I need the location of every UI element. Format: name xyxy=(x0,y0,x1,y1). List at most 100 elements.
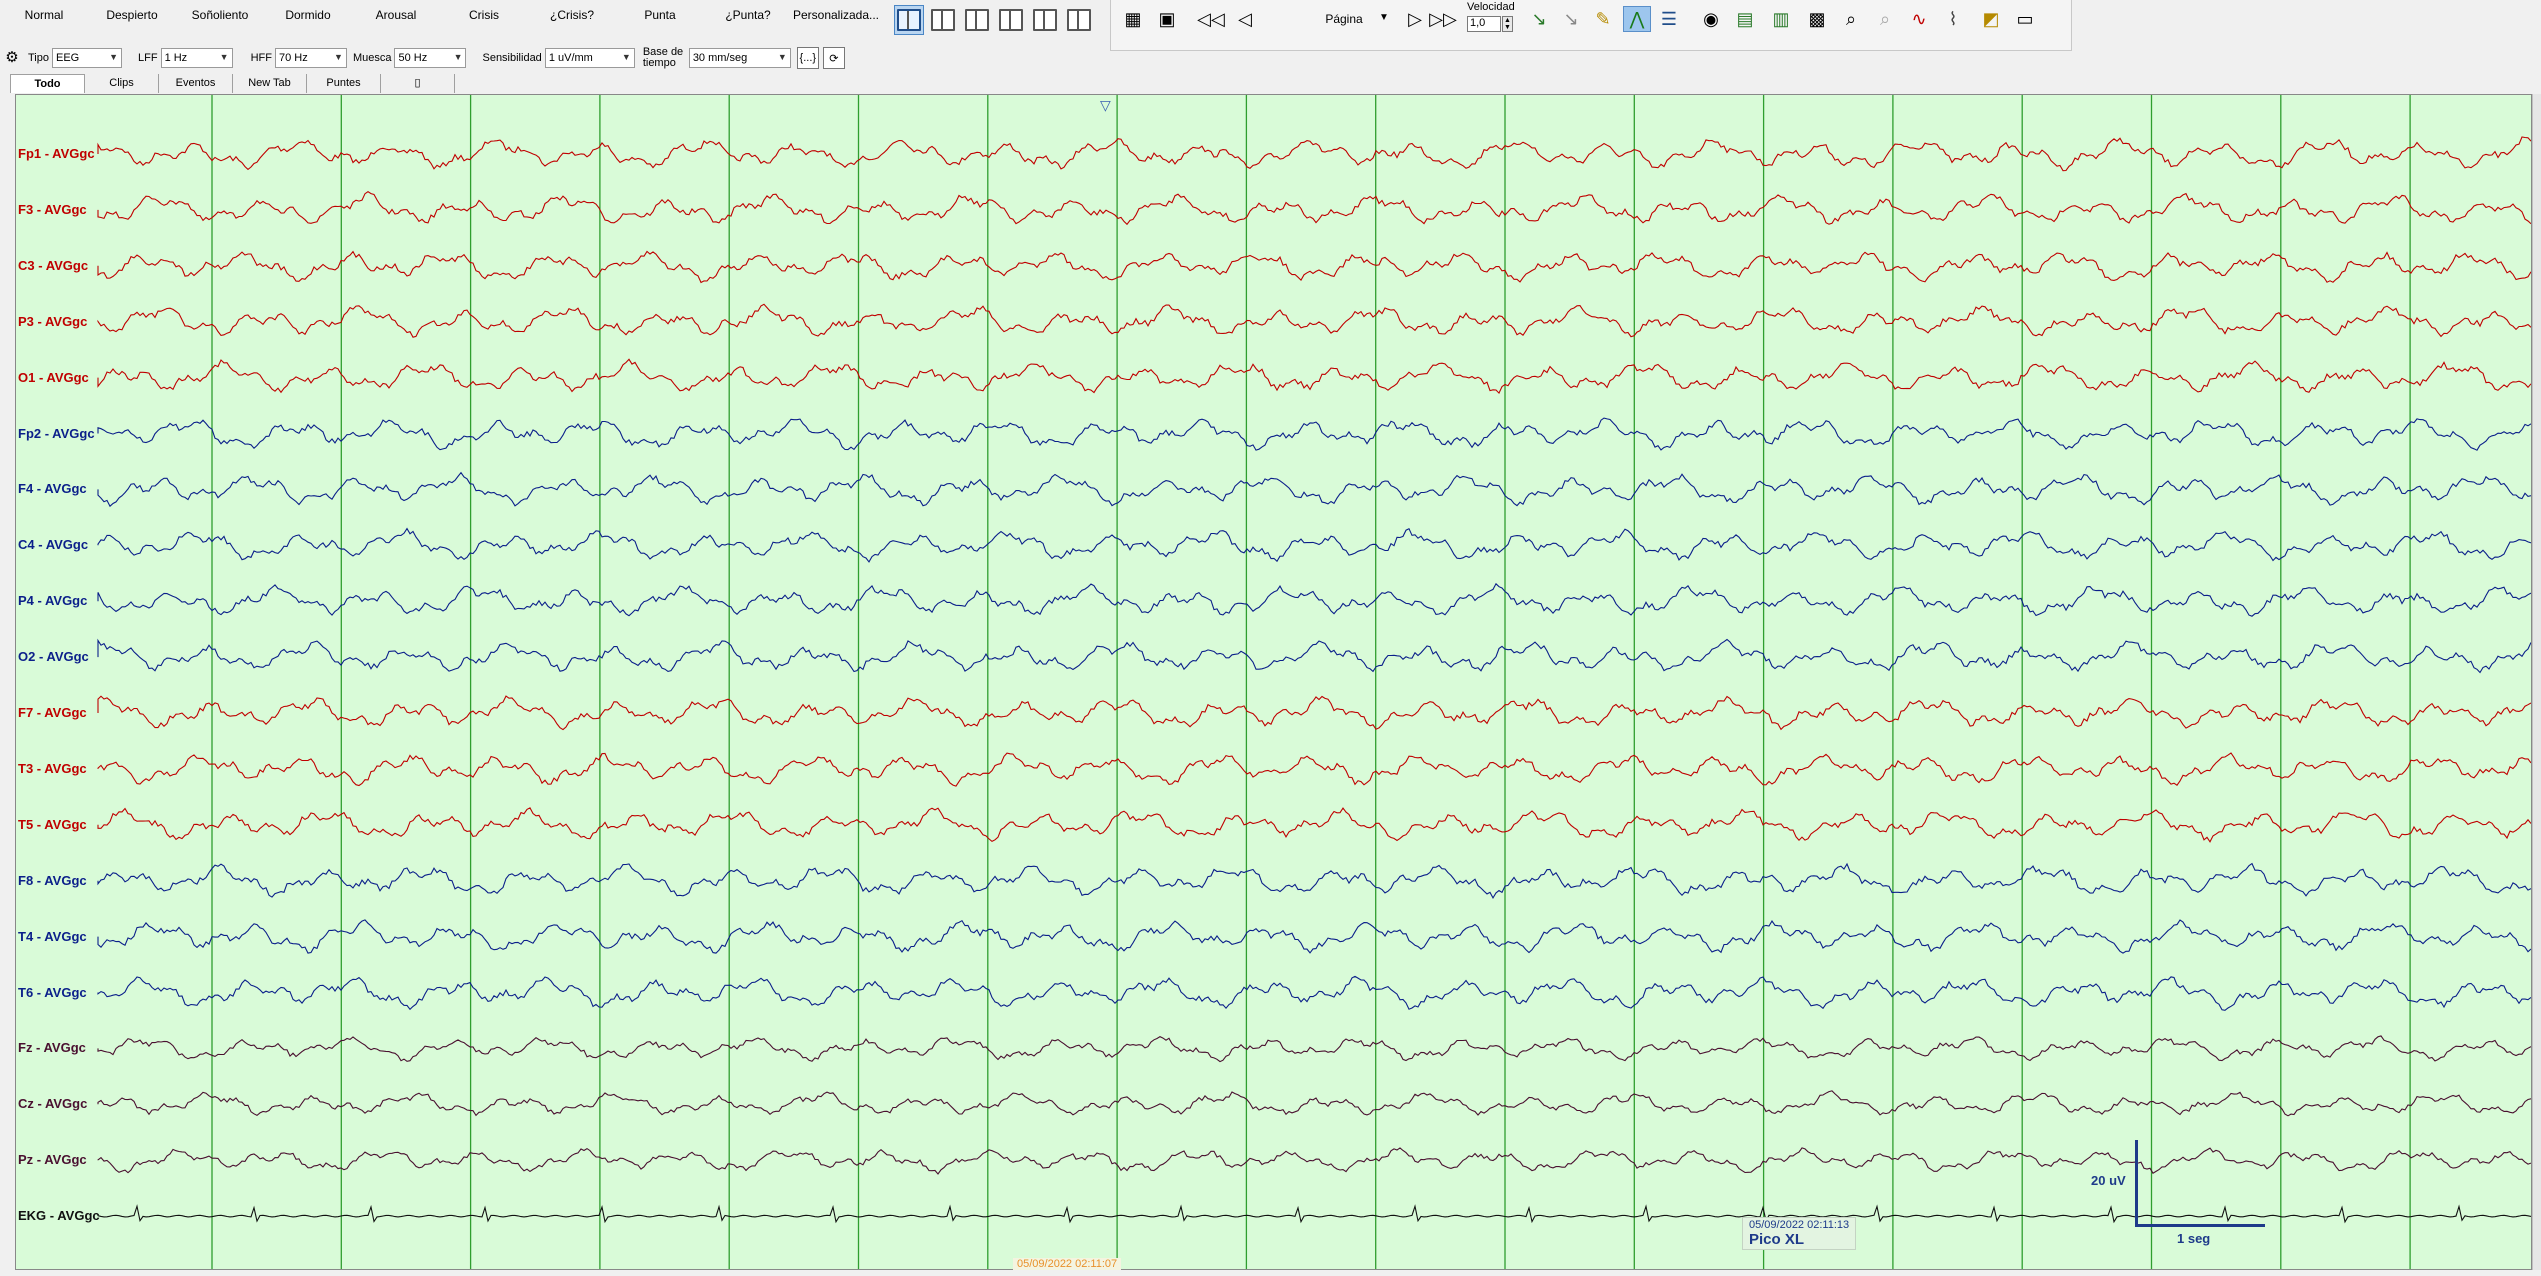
event-button-sonoliento[interactable]: Soñoliento xyxy=(176,1,264,29)
event-button-dormido[interactable]: Dormido xyxy=(264,1,352,29)
channel-label[interactable]: F8 - AVGgc xyxy=(18,873,87,888)
sensibilidad-select[interactable]: 1 uV/mm ▼ xyxy=(544,48,635,68)
channel-label[interactable]: T6 - AVGgc xyxy=(18,985,87,1000)
new-tab-icon[interactable]: ▯ xyxy=(381,74,455,93)
gear-icon[interactable]: ⚙ xyxy=(2,48,22,68)
muesca-select[interactable]: 50 Hz ▼ xyxy=(394,48,467,68)
main-toolbar: ▦ ▣ ◁◁ ◁ Página ▼ ▷ ▷▷ Velocidad 1,0 ▲ ▼ … xyxy=(1110,0,2072,51)
event-button-normal[interactable]: Normal xyxy=(0,1,88,29)
channel-label[interactable]: C4 - AVGgc xyxy=(18,537,88,552)
event-button-punta-question[interactable]: ¿Punta? xyxy=(704,1,792,29)
channel-label[interactable]: O2 - AVGgc xyxy=(18,649,89,664)
channel-label[interactable]: EKG - AVGgc xyxy=(18,1208,100,1223)
lff-label: LFF xyxy=(138,52,158,64)
analysis-icon[interactable]: ◉ xyxy=(1697,6,1725,32)
channel-label[interactable]: T3 - AVGgc xyxy=(18,761,87,776)
tab-puntes[interactable]: Puntes xyxy=(307,74,381,93)
cursor-stop-icon[interactable]: ↘ xyxy=(1557,6,1585,32)
base-tiempo-select[interactable]: 30 mm/seg ▼ xyxy=(688,48,791,68)
event-marker[interactable]: 05/09/2022 02:11:13 Pico XL xyxy=(1742,1217,1857,1250)
speed-input[interactable]: 1,0 xyxy=(1467,16,1501,32)
marker-tool-icon[interactable]: ✎ xyxy=(1589,6,1617,32)
chevron-down-icon[interactable]: ▼ xyxy=(1379,12,1389,23)
tab-eventos[interactable]: Eventos xyxy=(159,74,233,93)
eeg-trace xyxy=(97,807,2531,843)
view-mode-1-icon[interactable] xyxy=(894,5,924,35)
channel-label[interactable]: P3 - AVGgc xyxy=(18,314,87,329)
tab-clips[interactable]: Clips xyxy=(85,74,159,93)
vertical-scrollbar[interactable] xyxy=(2532,94,2541,1270)
lff-select[interactable]: 1 Hz ▼ xyxy=(160,48,233,68)
report-icon[interactable]: ▤ xyxy=(1731,6,1759,32)
eeg-trace xyxy=(97,582,2531,617)
event-button-crisis-question[interactable]: ¿Crisis? xyxy=(528,1,616,29)
eeg-traces xyxy=(97,95,2531,1269)
tab-strip: Todo Clips Eventos New Tab Puntes ▯ xyxy=(10,74,2535,95)
channel-label[interactable]: T5 - AVGgc xyxy=(18,817,87,832)
event-button-punta[interactable]: Punta xyxy=(616,1,704,29)
page-select[interactable]: Página xyxy=(1299,12,1389,26)
speed-spinner-icon[interactable]: ▲ ▼ xyxy=(1502,16,1513,32)
channel-label[interactable]: Fp2 - AVGgc xyxy=(18,426,95,441)
hff-select[interactable]: 70 Hz ▼ xyxy=(274,48,347,68)
fast-forward-page-icon[interactable]: ▷▷ xyxy=(1429,6,1457,32)
channel-label[interactable]: O1 - AVGgc xyxy=(18,370,89,385)
eeg-trace xyxy=(97,1090,2531,1117)
refresh-icon[interactable]: ⟳ xyxy=(822,47,845,69)
view-mode-3-icon[interactable] xyxy=(962,5,992,35)
display-icon[interactable]: ▭ xyxy=(2011,6,2039,32)
sensibilidad-label: Sensibilidad xyxy=(482,52,542,64)
tab-todo[interactable]: Todo xyxy=(10,74,85,93)
channel-label[interactable]: Cz - AVGgc xyxy=(18,1096,87,1111)
ecg-icon[interactable]: ⌇ xyxy=(1939,6,1967,32)
channel-label[interactable]: P4 - AVGgc xyxy=(18,593,87,608)
next-icon[interactable]: ▷ xyxy=(1401,6,1429,32)
calibration-horizontal-bar xyxy=(2135,1224,2265,1227)
waveform-view-icon[interactable]: ⋀ xyxy=(1623,6,1651,32)
settings-bar: ⚙ Tipo EEG ▼ LFF 1 Hz ▼ HFF 70 Hz ▼ Muesca … xyxy=(0,42,860,74)
bracket-button[interactable]: {...} xyxy=(796,47,819,69)
annotation-icon[interactable]: ◩ xyxy=(1977,6,2005,32)
event-button-personalizada[interactable]: Personalizada... xyxy=(792,1,880,29)
hff-label: HFF xyxy=(250,52,272,64)
event-button-despierto[interactable]: Despierto xyxy=(88,1,176,29)
tab-new-tab[interactable]: New Tab xyxy=(233,74,307,93)
channel-label[interactable]: F3 - AVGgc xyxy=(18,202,87,217)
eeg-trace xyxy=(97,695,2531,731)
channel-label[interactable]: F4 - AVGgc xyxy=(18,481,87,496)
spike-icon[interactable]: ∿ xyxy=(1905,6,1933,32)
network-icon[interactable]: ▩ xyxy=(1803,6,1831,32)
view-mode-6-icon[interactable] xyxy=(1064,5,1094,35)
bottom-timestamp: 05/09/2022 02:11:07 xyxy=(1013,1258,1122,1270)
eeg-trace xyxy=(97,975,2531,1011)
event-bar: Normal Despierto Soñoliento Dormido Arou… xyxy=(0,0,885,30)
view-mode-4-icon[interactable] xyxy=(996,5,1026,35)
base-tiempo-label: Base de tiempo xyxy=(642,46,684,69)
view-mode-5-icon[interactable] xyxy=(1030,5,1060,35)
cursor-play-icon[interactable]: ↘ xyxy=(1525,6,1553,32)
view-mode-2-icon[interactable] xyxy=(928,5,958,35)
channel-label[interactable]: Fp1 - AVGgc xyxy=(18,146,95,161)
event-button-crisis[interactable]: Crisis xyxy=(440,1,528,29)
channel-label[interactable]: T4 - AVGgc xyxy=(18,929,87,944)
eeg-waveform-area[interactable]: Fp1 - AVGgc F3 - AVGgc C3 - AVGgc P3 - AVGg… xyxy=(16,95,2531,1269)
export-icon[interactable]: ▥ xyxy=(1767,6,1795,32)
camera-icon[interactable]: ▣ xyxy=(1153,6,1181,32)
channel-label[interactable]: Fz - AVGgc xyxy=(18,1040,86,1055)
event-marker-time: 05/09/2022 02:11:13 xyxy=(1749,1219,1850,1231)
tipo-select[interactable]: EEG ▼ xyxy=(52,48,122,68)
montage-icon[interactable]: ☰ xyxy=(1655,6,1683,32)
event-button-arousal[interactable]: Arousal xyxy=(352,1,440,29)
rewind-page-icon[interactable]: ◁◁ xyxy=(1197,6,1225,32)
zoom-icon[interactable]: ⌕ xyxy=(1837,6,1865,32)
channel-label[interactable]: F7 - AVGgc xyxy=(18,705,87,720)
eeg-trace xyxy=(97,1204,2531,1224)
time-marker-icon[interactable]: ▽ xyxy=(1100,97,1111,114)
channel-label[interactable]: C3 - AVGgc xyxy=(18,258,88,273)
previous-icon[interactable]: ◁ xyxy=(1231,6,1259,32)
channel-label[interactable]: Pz - AVGgc xyxy=(18,1152,87,1167)
video-icon[interactable]: ▦ xyxy=(1119,6,1147,32)
eeg-trace xyxy=(97,136,2531,172)
zoom-disabled-icon[interactable]: ⌕ xyxy=(1871,6,1899,32)
calibration-amplitude-label: 20 uV xyxy=(2091,1173,2126,1188)
